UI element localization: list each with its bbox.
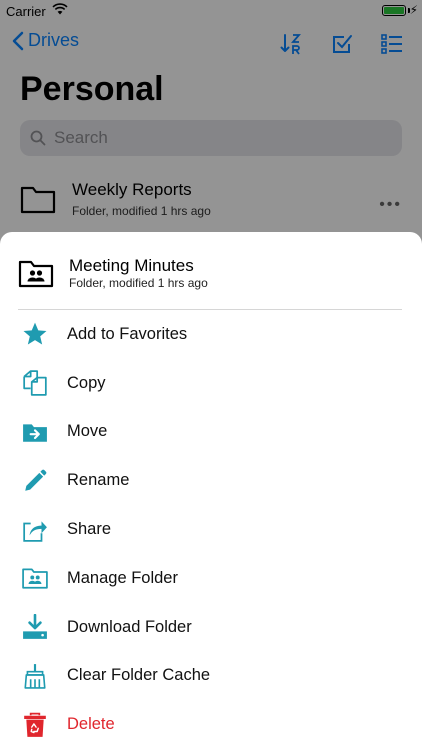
shared-folder-icon [18,260,54,288]
share-icon [22,517,48,543]
move-folder-icon [22,419,48,445]
add-to-favorites-button[interactable]: Add to Favorites [0,310,422,359]
sheet-title: Meeting Minutes [69,256,194,275]
action-sheet: Meeting Minutes Folder, modified 1 hrs a… [0,232,422,750]
download-folder-button[interactable]: Download Folder [0,603,422,652]
delete-button[interactable]: Delete [0,700,422,749]
broom-icon [22,663,48,689]
action-label: Manage Folder [67,568,178,587]
action-label: Download Folder [67,617,192,636]
clear-folder-cache-button[interactable]: Clear Folder Cache [0,652,422,701]
move-button[interactable]: Move [0,408,422,457]
action-label: Rename [67,471,130,490]
action-label: Share [67,520,112,539]
pencil-icon [22,468,48,494]
download-icon [22,614,48,640]
action-label: Clear Folder Cache [67,666,211,685]
sheet-header: Meeting Minutes Folder, modified 1 hrs a… [0,232,422,310]
shared-folder-icon [22,565,48,591]
trash-icon [22,712,48,738]
sheet-subtitle: Folder, modified 1 hrs ago [69,276,208,290]
action-label: Add to Favorites [67,324,188,343]
copy-icon [22,370,48,396]
copy-button[interactable]: Copy [0,359,422,408]
action-list: Add to Favorites Copy Move Rename Share … [0,310,422,749]
rename-button[interactable]: Rename [0,456,422,505]
star-icon [22,321,48,347]
manage-folder-button[interactable]: Manage Folder [0,554,422,603]
share-button[interactable]: Share [0,505,422,554]
action-label: Move [67,422,108,441]
action-label: Copy [67,373,106,392]
action-label: Delete [67,715,115,734]
